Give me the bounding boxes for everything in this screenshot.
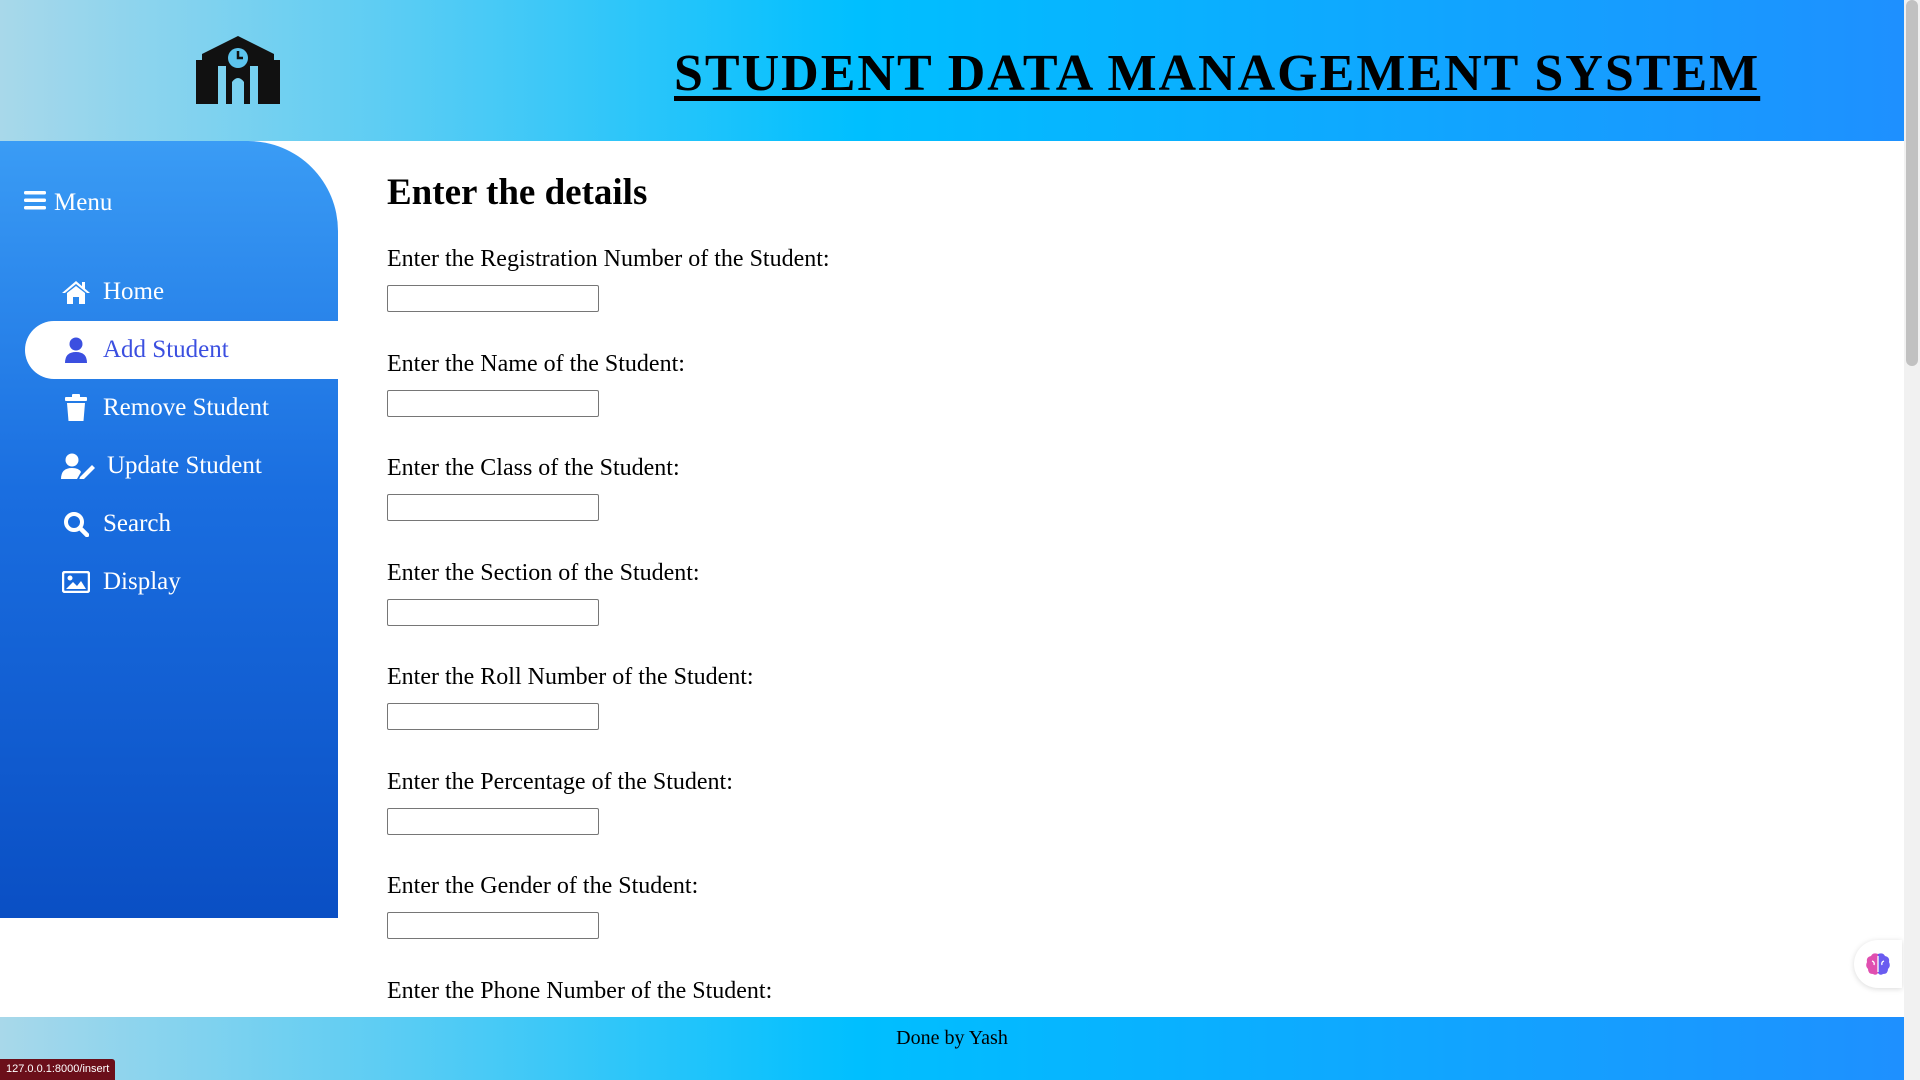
scrollbar-thumb[interactable] [1906,0,1918,366]
sidebar-item-label: Remove Student [103,394,269,421]
user-edit-icon [61,451,95,481]
sidebar-nav: Home Add Student Remove Student Update S… [25,263,338,611]
footer-credit: Done by Yash [896,1027,1008,1049]
class-input[interactable] [387,494,599,521]
percentage-input[interactable] [387,808,599,835]
menu-label: Menu [54,189,113,216]
field-label: Enter the Registration Number of the Stu… [387,246,830,272]
sidebar-item-label: Display [103,568,181,595]
percentage-field: Enter the Percentage of the Student: [387,769,733,835]
roll-number-field: Enter the Roll Number of the Student: [387,664,754,730]
roll-number-input[interactable] [387,703,599,730]
school-icon [196,36,280,104]
name-input[interactable] [387,390,599,417]
sidebar-item-remove-student[interactable]: Remove Student [25,379,338,437]
field-label: Enter the Percentage of the Student: [387,769,733,795]
user-icon [61,335,91,365]
sidebar-item-home[interactable]: Home [25,263,338,321]
sidebar-item-label: Home [103,278,165,305]
trash-icon [61,393,91,423]
search-icon [61,509,91,539]
menu-toggle[interactable]: Menu [24,189,112,217]
vertical-scrollbar[interactable] [1904,0,1920,1080]
registration-number-input[interactable] [387,285,599,312]
sidebar: Menu Home Add Student Remove Student Upd… [0,141,338,918]
hamburger-icon [24,189,46,217]
field-label: Enter the Name of the Student: [387,351,685,377]
gender-field: Enter the Gender of the Student: [387,873,699,939]
field-label: Enter the Roll Number of the Student: [387,664,754,690]
sidebar-item-add-student[interactable]: Add Student [25,321,338,379]
sidebar-item-update-student[interactable]: Update Student [25,437,338,495]
status-url: 127.0.0.1:8000/insert [0,1059,116,1080]
sidebar-item-search[interactable]: Search [25,495,338,553]
gender-input[interactable] [387,912,599,939]
sidebar-item-label: Search [103,510,172,537]
phone-number-field: Enter the Phone Number of the Student: [387,978,772,1005]
class-field: Enter the Class of the Student: [387,455,680,521]
registration-number-field: Enter the Registration Number of the Stu… [387,246,830,312]
page-title: Enter the details [387,172,648,213]
section-input[interactable] [387,599,599,626]
section-field: Enter the Section of the Student: [387,560,700,626]
footer: Done by Yash [0,1017,1904,1080]
field-label: Enter the Class of the Student: [387,455,680,481]
name-field: Enter the Name of the Student: [387,351,685,417]
sidebar-item-display[interactable]: Display [25,553,338,611]
sidebar-item-label: Add Student [103,336,229,363]
sidebar-item-label: Update Student [107,452,262,479]
field-label: Enter the Section of the Student: [387,560,700,586]
home-icon [61,277,91,307]
site-title: STUDENT DATA MANAGEMENT SYSTEM [674,45,1761,102]
header: STUDENT DATA MANAGEMENT SYSTEM [0,0,1904,141]
field-label: Enter the Gender of the Student: [387,873,699,899]
image-icon [61,567,91,597]
field-label: Enter the Phone Number of the Student: [387,978,773,1004]
brain-extension-icon[interactable] [1854,940,1902,988]
